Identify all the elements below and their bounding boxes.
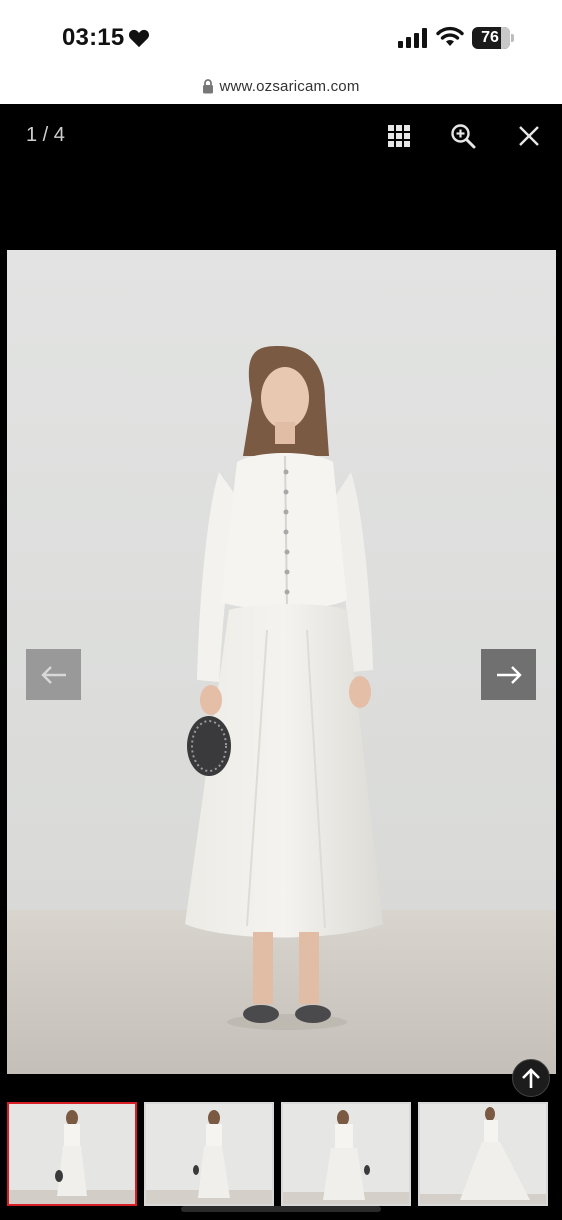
status-bar: 03:15 76 <box>0 0 562 72</box>
grid-icon <box>388 125 410 147</box>
close-button[interactable] <box>511 118 547 154</box>
thumbnail-strip <box>0 1100 562 1210</box>
zoom-button[interactable] <box>445 118 481 154</box>
close-icon <box>519 126 539 146</box>
arrow-left-icon <box>40 665 66 684</box>
arrow-up-icon <box>522 1068 540 1088</box>
scroll-to-top-button[interactable] <box>512 1059 550 1097</box>
thumbnail-1[interactable] <box>7 1102 137 1206</box>
grid-view-button[interactable] <box>381 118 417 154</box>
lock-icon <box>203 79 214 94</box>
previous-image-button[interactable] <box>26 649 81 700</box>
image-viewer: 1 / 4 <box>0 104 562 1220</box>
main-product-image[interactable] <box>7 250 556 1074</box>
thumbnail-2[interactable] <box>144 1102 274 1206</box>
battery-level: 76 <box>481 29 499 46</box>
thumbnail-4[interactable] <box>418 1102 548 1206</box>
home-indicator <box>181 1206 381 1212</box>
thumbnail-3[interactable] <box>281 1102 411 1206</box>
image-counter: 1 / 4 <box>26 124 65 146</box>
cellular-signal-icon <box>398 28 427 48</box>
next-image-button[interactable] <box>481 649 536 700</box>
battery-icon: 76 <box>472 27 514 49</box>
url-text: www.ozsaricam.com <box>219 78 360 95</box>
status-time: 03:15 <box>62 24 125 51</box>
arrow-right-icon <box>496 665 522 684</box>
address-bar[interactable]: www.ozsaricam.com <box>0 72 562 104</box>
zoom-in-icon <box>451 124 476 149</box>
wifi-icon <box>436 26 464 46</box>
heart-icon <box>128 29 150 48</box>
